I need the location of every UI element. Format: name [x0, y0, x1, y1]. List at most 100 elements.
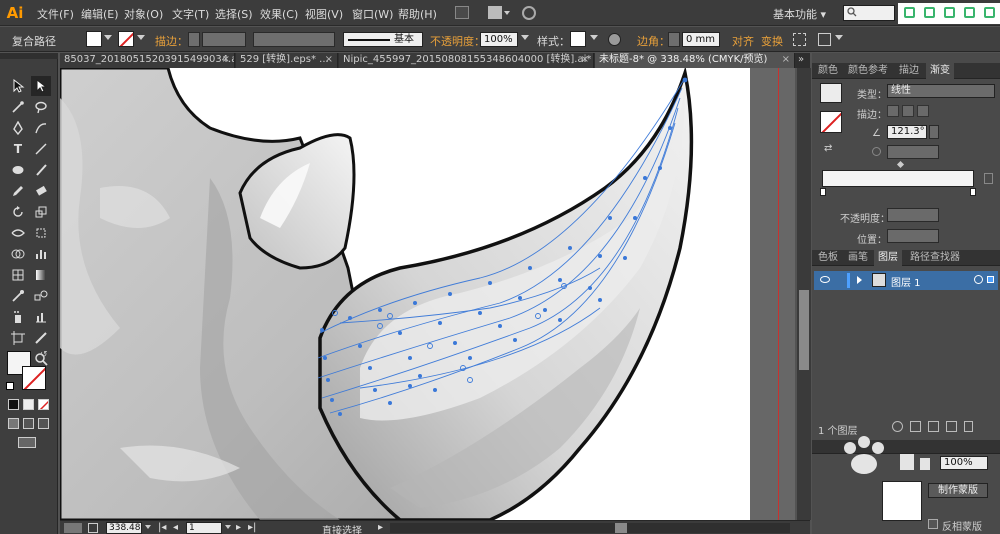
- arrange-documents-icon[interactable]: [488, 6, 502, 19]
- delete-layer-icon[interactable]: [964, 421, 973, 432]
- new-layer-icon[interactable]: [946, 421, 957, 432]
- eyedropper-tool[interactable]: [8, 286, 28, 306]
- layer-name[interactable]: 图层 1: [891, 274, 921, 289]
- artwork-canvas[interactable]: [60, 68, 795, 520]
- layer-row[interactable]: 图层 1: [814, 271, 998, 290]
- type-tool[interactable]: T: [8, 139, 28, 159]
- gradient-preview-swatch[interactable]: [820, 83, 842, 103]
- zoom-dropdown-arrow-icon[interactable]: [145, 525, 151, 529]
- angle-dropdown[interactable]: [929, 125, 939, 139]
- last-artboard-icon[interactable]: ▸|: [248, 522, 256, 533]
- tab-color-guide[interactable]: 颜色参考: [844, 63, 892, 79]
- vertical-scroll-thumb[interactable]: [799, 290, 809, 370]
- zoom-level-input[interactable]: 338.48: [106, 522, 142, 534]
- gradient-location-field[interactable]: [887, 229, 939, 243]
- gradient-angle-input[interactable]: 121.3°: [887, 125, 927, 139]
- gradient-opacity-field[interactable]: [887, 208, 939, 222]
- status-open-icon[interactable]: [88, 523, 98, 533]
- gradient-stop-left-icon[interactable]: [820, 188, 826, 196]
- toolbox-grip[interactable]: [0, 53, 58, 59]
- corner-radius-input[interactable]: 0 mm: [682, 32, 720, 47]
- fill-swatch[interactable]: [86, 31, 102, 47]
- opacity-label[interactable]: 不透明度：: [430, 33, 485, 49]
- shape-builder-tool[interactable]: [8, 244, 28, 264]
- gradient-stop-right-icon[interactable]: [970, 188, 976, 196]
- column-graph-tool[interactable]: [31, 307, 51, 327]
- edit-contents-icon[interactable]: [818, 33, 831, 46]
- scale-tool[interactable]: [31, 202, 51, 222]
- menu-type[interactable]: 文字(T): [172, 6, 209, 22]
- reverse-gradient-icon[interactable]: ⇄: [824, 143, 832, 154]
- opacity-input[interactable]: 100%: [480, 32, 518, 47]
- magic-wand-tool[interactable]: [8, 97, 28, 117]
- gradient-midpoint-diamond-icon[interactable]: [896, 160, 905, 169]
- menu-effect[interactable]: 效果(C): [260, 6, 298, 22]
- direct-selection-tool[interactable]: [31, 76, 51, 96]
- previous-artboard-icon[interactable]: ◂: [173, 522, 178, 533]
- close-icon[interactable]: ×: [222, 53, 230, 67]
- mesh-tool[interactable]: [8, 265, 28, 285]
- next-artboard-icon[interactable]: ▸: [236, 522, 241, 533]
- gradient-slider-bar[interactable]: [822, 170, 974, 187]
- stroke-weight-label[interactable]: 描边：: [155, 33, 188, 49]
- status-menu-icon[interactable]: ▸: [378, 522, 383, 533]
- copy-icon[interactable]: [964, 7, 975, 18]
- locate-object-icon[interactable]: [892, 421, 903, 432]
- menu-edit[interactable]: 编辑(E): [81, 6, 119, 22]
- eraser-tool[interactable]: [31, 181, 51, 201]
- paintbrush-tool[interactable]: [31, 160, 51, 180]
- blend-tool[interactable]: [31, 286, 51, 306]
- tab-brushes[interactable]: 画笔: [844, 250, 872, 266]
- recolor-icon[interactable]: [608, 33, 621, 46]
- graphic-style-swatch[interactable]: [570, 31, 586, 47]
- menu-window[interactable]: 窗口(W): [352, 6, 393, 22]
- visibility-eye-icon[interactable]: [820, 276, 830, 283]
- workspace-switcher[interactable]: 基本功能 ▾: [773, 6, 826, 22]
- menu-view[interactable]: 视图(V): [305, 6, 343, 22]
- stroke-gradient-along-icon[interactable]: [902, 105, 914, 117]
- stroke-weight-field[interactable]: [202, 32, 246, 47]
- stroke-dropdown-arrow-icon[interactable]: [137, 35, 145, 40]
- screen-mode-icon[interactable]: [18, 437, 36, 448]
- gradient-mode-icon[interactable]: [23, 399, 34, 410]
- fill-dropdown-arrow-icon[interactable]: [104, 35, 112, 40]
- new-sublayer-icon[interactable]: [928, 421, 939, 432]
- invert-mask-checkbox[interactable]: [928, 519, 938, 529]
- vertical-scrollbar[interactable]: [797, 68, 811, 520]
- mask-thumbnail[interactable]: [882, 481, 922, 521]
- gradient-tool[interactable]: [31, 265, 51, 285]
- lasso-tool[interactable]: [31, 97, 51, 117]
- artboard-number-input[interactable]: 1: [186, 522, 222, 534]
- swap-fill-stroke-icon[interactable]: ↺: [40, 350, 48, 360]
- isolate-icon[interactable]: [793, 33, 806, 46]
- none-mode-icon[interactable]: [38, 399, 49, 410]
- close-icon[interactable]: ×: [581, 53, 589, 67]
- artboard-tool[interactable]: [8, 328, 28, 348]
- tab-swatches[interactable]: 色板: [814, 250, 842, 266]
- transparency-opacity-input[interactable]: 100%: [940, 456, 988, 470]
- menu-object[interactable]: 对象(O): [124, 6, 163, 22]
- pencil-tool[interactable]: [8, 181, 28, 201]
- align-link[interactable]: 对齐: [732, 33, 754, 49]
- draw-normal-icon[interactable]: [8, 418, 19, 429]
- make-clipping-mask-icon[interactable]: [910, 421, 921, 432]
- stroke-gradient-within-icon[interactable]: [887, 105, 899, 117]
- arrange-dropdown-arrow-icon[interactable]: [504, 11, 510, 15]
- horizontal-scroll-thumb[interactable]: [615, 523, 627, 533]
- tab-document-1[interactable]: 85037_20180515203915499034.ai* ×: [60, 53, 235, 68]
- rotate-tool[interactable]: [8, 202, 28, 222]
- fullscreen-icon[interactable]: [924, 7, 935, 18]
- ellipse-tool[interactable]: [8, 160, 28, 180]
- minimize-icon[interactable]: [904, 7, 915, 18]
- fill-stroke-mini-swatch[interactable]: [820, 111, 842, 133]
- selection-tool[interactable]: [8, 76, 28, 96]
- pen-tool[interactable]: [8, 118, 28, 138]
- opacity-dropdown-arrow-icon[interactable]: [521, 35, 529, 40]
- save-icon[interactable]: [984, 7, 995, 18]
- status-nav-icon[interactable]: [64, 523, 82, 533]
- curvature-tool[interactable]: [31, 118, 51, 138]
- variable-width-profile[interactable]: [253, 32, 335, 47]
- target-circle-icon[interactable]: [974, 275, 983, 284]
- style-dropdown-arrow-icon[interactable]: [590, 35, 598, 40]
- line-segment-tool[interactable]: [31, 139, 51, 159]
